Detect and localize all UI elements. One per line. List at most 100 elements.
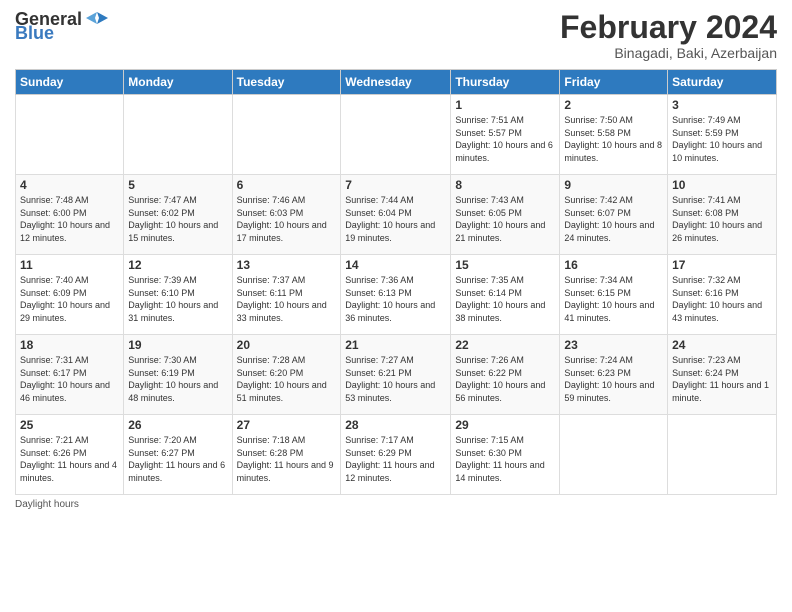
calendar-cell: 8Sunrise: 7:43 AM Sunset: 6:05 PM Daylig… xyxy=(451,175,560,255)
day-info: Sunrise: 7:37 AM Sunset: 6:11 PM Dayligh… xyxy=(237,274,337,324)
day-number: 14 xyxy=(345,258,446,272)
daylight-label: Daylight hours xyxy=(15,499,79,510)
day-info: Sunrise: 7:32 AM Sunset: 6:16 PM Dayligh… xyxy=(672,274,772,324)
day-info: Sunrise: 7:46 AM Sunset: 6:03 PM Dayligh… xyxy=(237,194,337,244)
day-info: Sunrise: 7:21 AM Sunset: 6:26 PM Dayligh… xyxy=(20,434,119,484)
day-number: 25 xyxy=(20,418,119,432)
day-info: Sunrise: 7:39 AM Sunset: 6:10 PM Dayligh… xyxy=(128,274,227,324)
day-info: Sunrise: 7:42 AM Sunset: 6:07 PM Dayligh… xyxy=(564,194,663,244)
day-info: Sunrise: 7:17 AM Sunset: 6:29 PM Dayligh… xyxy=(345,434,446,484)
calendar-cell: 28 Sunrise: 7:17 AM Sunset: 6:29 PM Dayli… xyxy=(341,415,451,495)
footer: Daylight hours xyxy=(15,499,777,510)
calendar-cell: 22 Sunrise: 7:26 AM Sunset: 6:22 PM Dayli… xyxy=(451,335,560,415)
day-info: Sunrise: 7:20 AM Sunset: 6:27 PM Dayligh… xyxy=(128,434,227,484)
logo: General Blue xyxy=(15,10,108,42)
col-thursday: Thursday xyxy=(451,70,560,95)
col-sunday: Sunday xyxy=(16,70,124,95)
day-number: 5 xyxy=(128,178,227,192)
col-tuesday: Tuesday xyxy=(232,70,341,95)
calendar-cell xyxy=(124,95,232,175)
calendar-week-4: 18 Sunrise: 7:31 AM Sunset: 6:17 PM Dayli… xyxy=(16,335,777,415)
calendar-cell: 4 Sunrise: 7:48 AM Sunset: 6:00 PM Daylig… xyxy=(16,175,124,255)
calendar-cell: 15 Sunrise: 7:35 AM Sunset: 6:14 PM Dayli… xyxy=(451,255,560,335)
main-title: February 2024 xyxy=(560,10,777,45)
logo-blue-text: Blue xyxy=(15,24,54,42)
day-info: Sunrise: 7:28 AM Sunset: 6:20 PM Dayligh… xyxy=(237,354,337,404)
day-info: Sunrise: 7:40 AM Sunset: 6:09 PM Dayligh… xyxy=(20,274,119,324)
calendar-cell: 12 Sunrise: 7:39 AM Sunset: 6:10 PM Dayli… xyxy=(124,255,232,335)
title-block: February 2024 Binagadi, Baki, Azerbaijan xyxy=(560,10,777,61)
day-info: Sunrise: 7:35 AM Sunset: 6:14 PM Dayligh… xyxy=(455,274,555,324)
day-info: Sunrise: 7:47 AM Sunset: 6:02 PM Dayligh… xyxy=(128,194,227,244)
day-number: 2 xyxy=(564,98,663,112)
day-info: Sunrise: 7:43 AM Sunset: 6:05 PM Dayligh… xyxy=(455,194,555,244)
day-number: 12 xyxy=(128,258,227,272)
calendar-body: 1Sunrise: 7:51 AM Sunset: 5:57 PM Daylig… xyxy=(16,95,777,495)
day-info: Sunrise: 7:41 AM Sunset: 6:08 PM Dayligh… xyxy=(672,194,772,244)
calendar-cell: 7 Sunrise: 7:44 AM Sunset: 6:04 PM Daylig… xyxy=(341,175,451,255)
calendar-cell: 19 Sunrise: 7:30 AM Sunset: 6:19 PM Dayli… xyxy=(124,335,232,415)
calendar-cell: 11 Sunrise: 7:40 AM Sunset: 6:09 PM Dayli… xyxy=(16,255,124,335)
day-number: 28 xyxy=(345,418,446,432)
calendar-cell: 26 Sunrise: 7:20 AM Sunset: 6:27 PM Dayli… xyxy=(124,415,232,495)
day-info: Sunrise: 7:31 AM Sunset: 6:17 PM Dayligh… xyxy=(20,354,119,404)
day-number: 21 xyxy=(345,338,446,352)
calendar-cell: 6 Sunrise: 7:46 AM Sunset: 6:03 PM Daylig… xyxy=(232,175,341,255)
day-info: Sunrise: 7:15 AM Sunset: 6:30 PM Dayligh… xyxy=(455,434,555,484)
calendar-cell: 24 Sunrise: 7:23 AM Sunset: 6:24 PM Dayli… xyxy=(668,335,777,415)
logo-bird-icon xyxy=(86,10,108,28)
col-monday: Monday xyxy=(124,70,232,95)
day-info: Sunrise: 7:36 AM Sunset: 6:13 PM Dayligh… xyxy=(345,274,446,324)
calendar-week-3: 11 Sunrise: 7:40 AM Sunset: 6:09 PM Dayli… xyxy=(16,255,777,335)
calendar-cell: 23Sunrise: 7:24 AM Sunset: 6:23 PM Dayli… xyxy=(560,335,668,415)
day-info: Sunrise: 7:48 AM Sunset: 6:00 PM Dayligh… xyxy=(20,194,119,244)
day-number: 11 xyxy=(20,258,119,272)
day-number: 22 xyxy=(455,338,555,352)
calendar-cell: 17Sunrise: 7:32 AM Sunset: 6:16 PM Dayli… xyxy=(668,255,777,335)
day-number: 6 xyxy=(237,178,337,192)
day-info: Sunrise: 7:50 AM Sunset: 5:58 PM Dayligh… xyxy=(564,114,663,164)
calendar-cell xyxy=(232,95,341,175)
day-info: Sunrise: 7:49 AM Sunset: 5:59 PM Dayligh… xyxy=(672,114,772,164)
col-saturday: Saturday xyxy=(668,70,777,95)
day-info: Sunrise: 7:23 AM Sunset: 6:24 PM Dayligh… xyxy=(672,354,772,404)
day-number: 1 xyxy=(455,98,555,112)
calendar-cell: 3Sunrise: 7:49 AM Sunset: 5:59 PM Daylig… xyxy=(668,95,777,175)
day-number: 10 xyxy=(672,178,772,192)
day-number: 13 xyxy=(237,258,337,272)
location-subtitle: Binagadi, Baki, Azerbaijan xyxy=(560,45,777,61)
day-info: Sunrise: 7:30 AM Sunset: 6:19 PM Dayligh… xyxy=(128,354,227,404)
calendar-cell: 10 Sunrise: 7:41 AM Sunset: 6:08 PM Dayli… xyxy=(668,175,777,255)
day-number: 9 xyxy=(564,178,663,192)
calendar-cell: 14 Sunrise: 7:36 AM Sunset: 6:13 PM Dayli… xyxy=(341,255,451,335)
calendar-cell xyxy=(668,415,777,495)
day-number: 20 xyxy=(237,338,337,352)
day-info: Sunrise: 7:26 AM Sunset: 6:22 PM Dayligh… xyxy=(455,354,555,404)
header: General Blue February 2024 Binagadi, Bak… xyxy=(15,10,777,61)
calendar-cell: 29Sunrise: 7:15 AM Sunset: 6:30 PM Dayli… xyxy=(451,415,560,495)
header-row: Sunday Monday Tuesday Wednesday Thursday… xyxy=(16,70,777,95)
calendar-cell: 13 Sunrise: 7:37 AM Sunset: 6:11 PM Dayli… xyxy=(232,255,341,335)
calendar-table: Sunday Monday Tuesday Wednesday Thursday… xyxy=(15,69,777,495)
day-info: Sunrise: 7:24 AM Sunset: 6:23 PM Dayligh… xyxy=(564,354,663,404)
page-container: General Blue February 2024 Binagadi, Bak… xyxy=(0,0,792,612)
day-number: 7 xyxy=(345,178,446,192)
calendar-cell: 16Sunrise: 7:34 AM Sunset: 6:15 PM Dayli… xyxy=(560,255,668,335)
day-number: 15 xyxy=(455,258,555,272)
day-number: 24 xyxy=(672,338,772,352)
col-friday: Friday xyxy=(560,70,668,95)
calendar-cell xyxy=(560,415,668,495)
calendar-cell: 21Sunrise: 7:27 AM Sunset: 6:21 PM Dayli… xyxy=(341,335,451,415)
calendar-cell xyxy=(341,95,451,175)
calendar-week-5: 25 Sunrise: 7:21 AM Sunset: 6:26 PM Dayli… xyxy=(16,415,777,495)
calendar-cell: 18 Sunrise: 7:31 AM Sunset: 6:17 PM Dayli… xyxy=(16,335,124,415)
day-number: 4 xyxy=(20,178,119,192)
calendar-cell: 25 Sunrise: 7:21 AM Sunset: 6:26 PM Dayli… xyxy=(16,415,124,495)
calendar-week-1: 1Sunrise: 7:51 AM Sunset: 5:57 PM Daylig… xyxy=(16,95,777,175)
calendar-cell: 20 Sunrise: 7:28 AM Sunset: 6:20 PM Dayli… xyxy=(232,335,341,415)
day-number: 26 xyxy=(128,418,227,432)
day-info: Sunrise: 7:44 AM Sunset: 6:04 PM Dayligh… xyxy=(345,194,446,244)
day-number: 18 xyxy=(20,338,119,352)
day-number: 19 xyxy=(128,338,227,352)
calendar-cell: 5 Sunrise: 7:47 AM Sunset: 6:02 PM Daylig… xyxy=(124,175,232,255)
